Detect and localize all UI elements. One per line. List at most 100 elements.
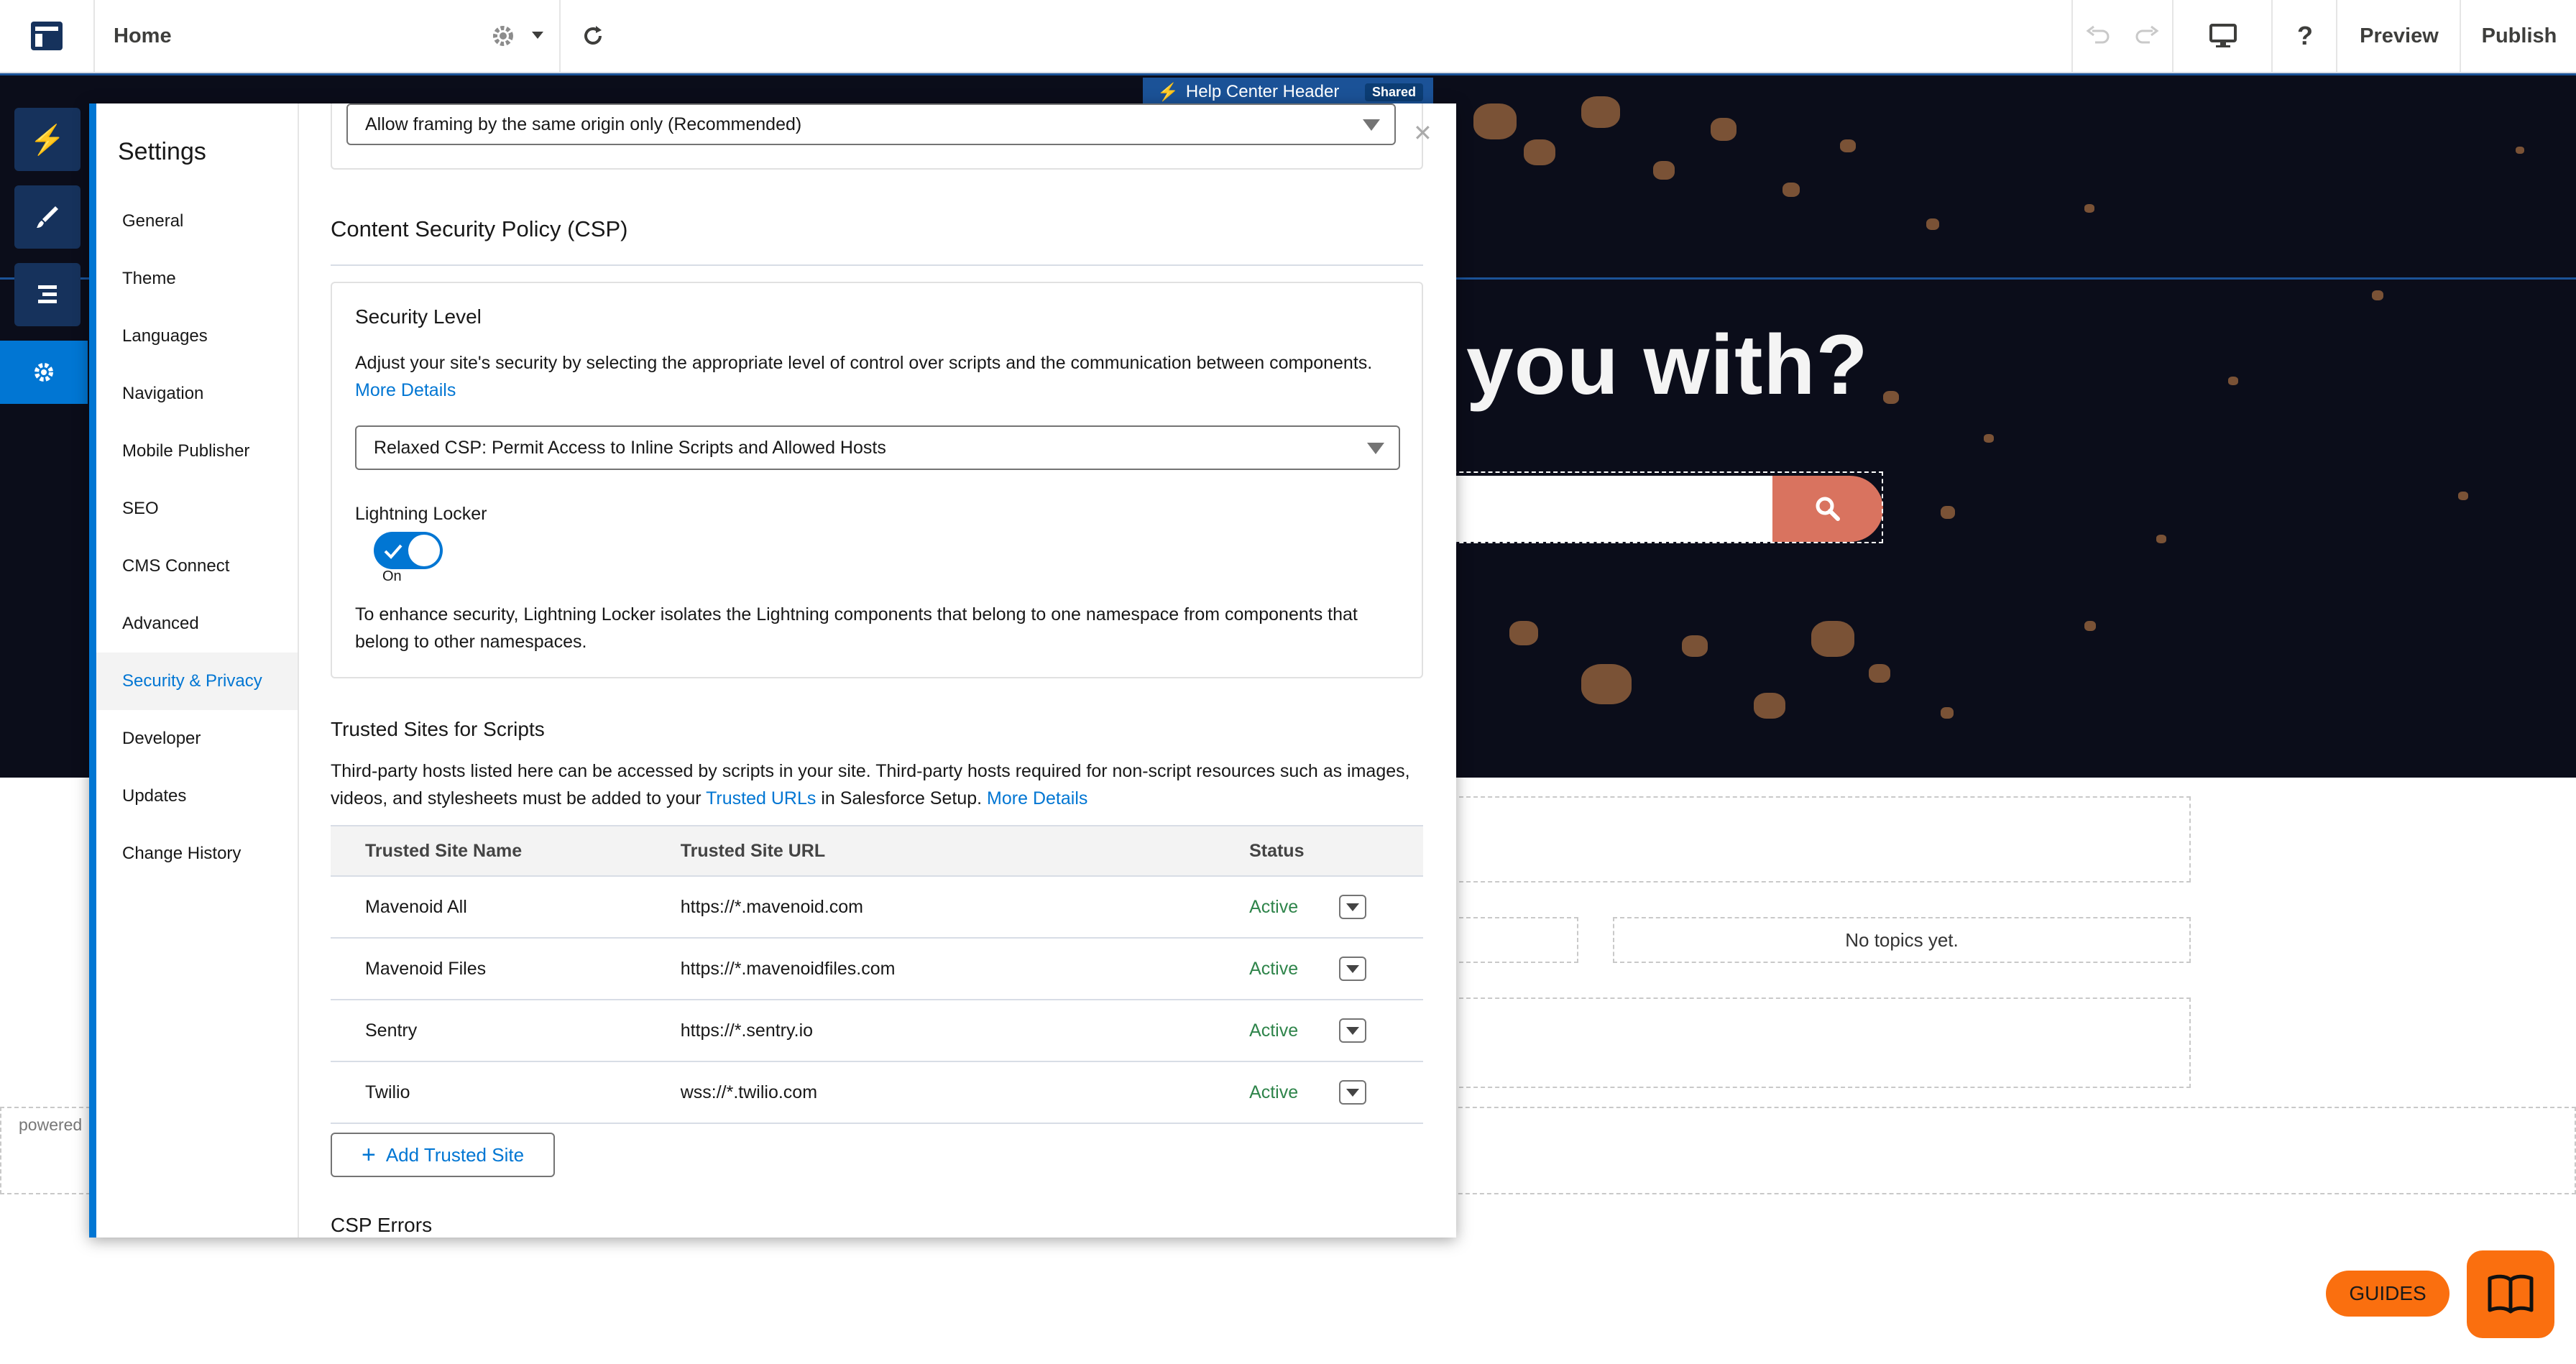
chevron-down-icon — [1367, 443, 1384, 454]
divider — [331, 264, 1423, 266]
csp-errors-heading: CSP Errors — [331, 1214, 433, 1236]
settings-nav-security-privacy[interactable]: Security & Privacy — [96, 653, 298, 710]
redo-button[interactable] — [2122, 0, 2172, 72]
security-level-select[interactable]: Relaxed CSP: Permit Access to Inline Scr… — [355, 425, 1400, 470]
placeholder-component[interactable] — [1452, 917, 1578, 963]
preview-button[interactable]: Preview — [2336, 0, 2461, 72]
desktop-icon — [2209, 24, 2237, 47]
csp-heading: Content Security Policy (CSP) — [331, 216, 628, 241]
guides-button[interactable]: GUIDES — [2326, 1271, 2450, 1317]
add-trusted-site-label: Add Trusted Site — [385, 1143, 525, 1166]
site-name: Mavenoid Files — [331, 938, 646, 1000]
settings-nav-updates[interactable]: Updates — [96, 768, 298, 825]
table-row: Mavenoid All https://*.mavenoid.com Acti… — [331, 876, 1423, 939]
settings-nav-seo[interactable]: SEO — [96, 480, 298, 538]
column-header-actions — [1305, 825, 1423, 877]
page-selector[interactable]: Home — [93, 0, 559, 72]
chevron-down-icon — [1346, 1026, 1360, 1035]
device-preview-button[interactable] — [2172, 0, 2273, 72]
lightning-locker-toggle[interactable] — [374, 532, 443, 569]
settings-nav-change-history[interactable]: Change History — [96, 825, 298, 883]
table-row: Sentry https://*.sentry.io Active — [331, 1000, 1423, 1062]
shared-badge: Shared — [1364, 83, 1423, 101]
builder-left-rail: ⚡ — [0, 75, 93, 1225]
help-icon: ? — [2297, 21, 2313, 50]
chevron-down-icon[interactable] — [532, 32, 543, 39]
layout-icon — [31, 22, 63, 50]
security-level-value: Relaxed CSP: Permit Access to Inline Scr… — [374, 437, 886, 458]
gear-icon — [34, 363, 53, 382]
site-url: https://*.mavenoidfiles.com — [645, 938, 1215, 1000]
placeholder-component[interactable] — [1452, 796, 2191, 883]
component-label: Help Center Header — [1185, 82, 1340, 101]
settings-nav-theme[interactable]: Theme — [96, 250, 298, 308]
lightning-locker-description: To enhance security, Lightning Locker is… — [355, 604, 1358, 652]
trusted-urls-link[interactable]: Trusted URLs — [706, 788, 816, 808]
settings-nav-navigation[interactable]: Navigation — [96, 365, 298, 423]
help-button[interactable]: ? — [2271, 0, 2337, 72]
more-details-link[interactable]: More Details — [987, 788, 1087, 808]
row-action-menu[interactable] — [1339, 1080, 1367, 1105]
trusted-sites-heading: Trusted Sites for Scripts — [331, 718, 545, 740]
site-name: Twilio — [331, 1061, 646, 1124]
row-actions — [1305, 1000, 1423, 1062]
check-icon — [384, 544, 402, 559]
brush-icon — [37, 206, 58, 228]
chevron-down-icon — [1346, 964, 1360, 973]
column-header[interactable]: Trusted Site URL — [645, 825, 1215, 877]
table-row: Mavenoid Files https://*.mavenoidfiles.c… — [331, 938, 1423, 1000]
component-label-badge[interactable]: ⚡ Help Center Header Shared — [1143, 78, 1433, 106]
column-header[interactable]: Trusted Site Name — [331, 825, 646, 877]
settings-nav-advanced[interactable]: Advanced — [96, 595, 298, 653]
theme-button[interactable] — [14, 185, 80, 249]
plus-icon: + — [361, 1140, 376, 1169]
settings-nav-general[interactable]: General — [96, 193, 298, 250]
close-icon[interactable]: ✕ — [1413, 119, 1432, 147]
undo-button[interactable] — [2071, 0, 2123, 72]
gear-icon[interactable] — [489, 22, 518, 54]
settings-panel: Settings General Theme Languages Navigat… — [89, 103, 1456, 1238]
guides-book-button[interactable] — [2467, 1250, 2554, 1338]
security-settings-content: Allow framing by the same origin only (R… — [299, 103, 1456, 1238]
refresh-button[interactable] — [559, 0, 625, 72]
list-icon — [38, 285, 57, 303]
book-icon — [2488, 1274, 2534, 1314]
publish-label: Publish — [2481, 24, 2557, 47]
site-status: Active — [1215, 1061, 1305, 1124]
topics-placeholder: No topics yet. — [1613, 917, 2191, 963]
settings-nav-developer[interactable]: Developer — [96, 710, 298, 768]
page-name: Home — [114, 24, 172, 47]
trusted-desc-text-2: in Salesforce Setup. — [821, 788, 983, 808]
settings-nav-languages[interactable]: Languages — [96, 308, 298, 365]
more-details-link[interactable]: More Details — [355, 380, 456, 400]
publish-button[interactable]: Publish — [2460, 0, 2576, 72]
settings-button[interactable] — [0, 341, 88, 404]
settings-nav-cms-connect[interactable]: CMS Connect — [96, 538, 298, 595]
security-level-label: Security Level — [355, 305, 482, 328]
site-url: https://*.sentry.io — [645, 1000, 1215, 1062]
site-name: Mavenoid All — [331, 876, 646, 939]
table-row: Twilio wss://*.twilio.com Active — [331, 1061, 1423, 1124]
settings-nav-mobile-publisher[interactable]: Mobile Publisher — [96, 423, 298, 480]
row-action-menu[interactable] — [1339, 957, 1367, 981]
framing-select[interactable]: Allow framing by the same origin only (R… — [346, 103, 1396, 145]
add-trusted-site-button[interactable]: + Add Trusted Site — [331, 1133, 555, 1177]
search-component-outline — [1430, 471, 1883, 543]
redo-icon — [2135, 25, 2159, 44]
hero-headline: you with? — [1466, 318, 1869, 413]
column-header[interactable]: Status — [1215, 825, 1305, 877]
row-action-menu[interactable] — [1339, 1018, 1367, 1043]
page-structure-button[interactable] — [14, 263, 80, 326]
security-level-desc-text: Adjust your site's security by selecting… — [355, 353, 1373, 373]
chevron-down-icon — [1346, 1088, 1360, 1097]
site-status: Active — [1215, 876, 1305, 939]
placeholder-component[interactable] — [1452, 997, 2191, 1088]
lightning-icon: ⚡ — [1157, 82, 1179, 102]
row-action-menu[interactable] — [1339, 895, 1367, 919]
chevron-down-icon — [1363, 119, 1380, 131]
app-menu-button[interactable] — [0, 0, 93, 72]
builder-toolbar: Home ? Preview Publish — [0, 0, 2576, 73]
toggle-state-label: On — [382, 568, 402, 584]
lightning-icon: ⚡ — [29, 124, 65, 156]
components-button[interactable]: ⚡ — [14, 108, 80, 171]
